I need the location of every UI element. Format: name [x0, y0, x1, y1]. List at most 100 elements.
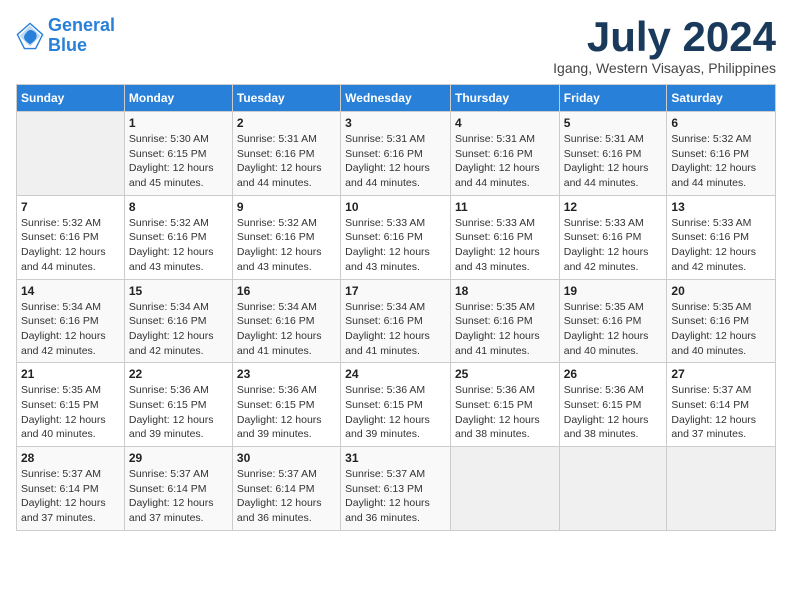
- calendar-cell: 28 Sunrise: 5:37 AMSunset: 6:14 PMDaylig…: [17, 447, 125, 531]
- day-info: Sunrise: 5:36 AMSunset: 6:15 PMDaylight:…: [345, 383, 446, 442]
- day-number: 26: [564, 367, 663, 381]
- day-info: Sunrise: 5:35 AMSunset: 6:16 PMDaylight:…: [671, 300, 771, 359]
- day-number: 8: [129, 200, 228, 214]
- calendar-cell: [17, 112, 125, 196]
- day-number: 23: [237, 367, 336, 381]
- day-number: 1: [129, 116, 228, 130]
- day-info: Sunrise: 5:33 AMSunset: 6:16 PMDaylight:…: [564, 216, 663, 275]
- day-info: Sunrise: 5:34 AMSunset: 6:16 PMDaylight:…: [21, 300, 120, 359]
- day-number: 14: [21, 284, 120, 298]
- day-info: Sunrise: 5:37 AMSunset: 6:14 PMDaylight:…: [237, 467, 336, 526]
- day-info: Sunrise: 5:33 AMSunset: 6:16 PMDaylight:…: [345, 216, 446, 275]
- day-info: Sunrise: 5:37 AMSunset: 6:14 PMDaylight:…: [671, 383, 771, 442]
- day-info: Sunrise: 5:35 AMSunset: 6:15 PMDaylight:…: [21, 383, 120, 442]
- weekday-header-saturday: Saturday: [667, 85, 776, 112]
- week-row-2: 7 Sunrise: 5:32 AMSunset: 6:16 PMDayligh…: [17, 195, 776, 279]
- day-info: Sunrise: 5:36 AMSunset: 6:15 PMDaylight:…: [455, 383, 555, 442]
- calendar-cell: 26 Sunrise: 5:36 AMSunset: 6:15 PMDaylig…: [559, 363, 667, 447]
- day-info: Sunrise: 5:30 AMSunset: 6:15 PMDaylight:…: [129, 132, 228, 191]
- week-row-1: 1 Sunrise: 5:30 AMSunset: 6:15 PMDayligh…: [17, 112, 776, 196]
- day-number: 17: [345, 284, 446, 298]
- weekday-header-tuesday: Tuesday: [232, 85, 340, 112]
- day-number: 31: [345, 451, 446, 465]
- day-info: Sunrise: 5:34 AMSunset: 6:16 PMDaylight:…: [237, 300, 336, 359]
- calendar-cell: 20 Sunrise: 5:35 AMSunset: 6:16 PMDaylig…: [667, 279, 776, 363]
- logo: General Blue: [16, 16, 115, 56]
- day-number: 12: [564, 200, 663, 214]
- day-number: 11: [455, 200, 555, 214]
- logo-icon: [16, 22, 44, 50]
- calendar-cell: 23 Sunrise: 5:36 AMSunset: 6:15 PMDaylig…: [232, 363, 340, 447]
- calendar-cell: 18 Sunrise: 5:35 AMSunset: 6:16 PMDaylig…: [450, 279, 559, 363]
- day-info: Sunrise: 5:35 AMSunset: 6:16 PMDaylight:…: [564, 300, 663, 359]
- day-number: 24: [345, 367, 446, 381]
- day-number: 20: [671, 284, 771, 298]
- day-info: Sunrise: 5:35 AMSunset: 6:16 PMDaylight:…: [455, 300, 555, 359]
- day-info: Sunrise: 5:37 AMSunset: 6:13 PMDaylight:…: [345, 467, 446, 526]
- day-info: Sunrise: 5:33 AMSunset: 6:16 PMDaylight:…: [671, 216, 771, 275]
- calendar-cell: 27 Sunrise: 5:37 AMSunset: 6:14 PMDaylig…: [667, 363, 776, 447]
- day-info: Sunrise: 5:32 AMSunset: 6:16 PMDaylight:…: [21, 216, 120, 275]
- day-info: Sunrise: 5:36 AMSunset: 6:15 PMDaylight:…: [237, 383, 336, 442]
- day-info: Sunrise: 5:31 AMSunset: 6:16 PMDaylight:…: [455, 132, 555, 191]
- calendar-cell: 12 Sunrise: 5:33 AMSunset: 6:16 PMDaylig…: [559, 195, 667, 279]
- calendar-cell: 21 Sunrise: 5:35 AMSunset: 6:15 PMDaylig…: [17, 363, 125, 447]
- day-info: Sunrise: 5:36 AMSunset: 6:15 PMDaylight:…: [564, 383, 663, 442]
- calendar-cell: [559, 447, 667, 531]
- calendar-cell: 19 Sunrise: 5:35 AMSunset: 6:16 PMDaylig…: [559, 279, 667, 363]
- day-number: 29: [129, 451, 228, 465]
- day-number: 16: [237, 284, 336, 298]
- weekday-header-row: SundayMondayTuesdayWednesdayThursdayFrid…: [17, 85, 776, 112]
- day-info: Sunrise: 5:31 AMSunset: 6:16 PMDaylight:…: [345, 132, 446, 191]
- page-header: General Blue July 2024 Igang, Western Vi…: [16, 16, 776, 76]
- day-number: 4: [455, 116, 555, 130]
- calendar-cell: 30 Sunrise: 5:37 AMSunset: 6:14 PMDaylig…: [232, 447, 340, 531]
- day-info: Sunrise: 5:36 AMSunset: 6:15 PMDaylight:…: [129, 383, 228, 442]
- weekday-header-wednesday: Wednesday: [341, 85, 451, 112]
- calendar-cell: 17 Sunrise: 5:34 AMSunset: 6:16 PMDaylig…: [341, 279, 451, 363]
- day-info: Sunrise: 5:32 AMSunset: 6:16 PMDaylight:…: [129, 216, 228, 275]
- calendar-cell: 11 Sunrise: 5:33 AMSunset: 6:16 PMDaylig…: [450, 195, 559, 279]
- day-number: 28: [21, 451, 120, 465]
- location-subtitle: Igang, Western Visayas, Philippines: [553, 60, 776, 76]
- day-number: 19: [564, 284, 663, 298]
- day-number: 21: [21, 367, 120, 381]
- calendar-cell: 10 Sunrise: 5:33 AMSunset: 6:16 PMDaylig…: [341, 195, 451, 279]
- calendar-cell: 29 Sunrise: 5:37 AMSunset: 6:14 PMDaylig…: [124, 447, 232, 531]
- week-row-3: 14 Sunrise: 5:34 AMSunset: 6:16 PMDaylig…: [17, 279, 776, 363]
- day-number: 10: [345, 200, 446, 214]
- day-number: 13: [671, 200, 771, 214]
- calendar-cell: [450, 447, 559, 531]
- calendar-cell: 25 Sunrise: 5:36 AMSunset: 6:15 PMDaylig…: [450, 363, 559, 447]
- weekday-header-sunday: Sunday: [17, 85, 125, 112]
- calendar-cell: 9 Sunrise: 5:32 AMSunset: 6:16 PMDayligh…: [232, 195, 340, 279]
- calendar-cell: 16 Sunrise: 5:34 AMSunset: 6:16 PMDaylig…: [232, 279, 340, 363]
- day-info: Sunrise: 5:37 AMSunset: 6:14 PMDaylight:…: [129, 467, 228, 526]
- day-number: 7: [21, 200, 120, 214]
- day-info: Sunrise: 5:34 AMSunset: 6:16 PMDaylight:…: [345, 300, 446, 359]
- calendar-cell: 7 Sunrise: 5:32 AMSunset: 6:16 PMDayligh…: [17, 195, 125, 279]
- calendar-cell: 3 Sunrise: 5:31 AMSunset: 6:16 PMDayligh…: [341, 112, 451, 196]
- week-row-4: 21 Sunrise: 5:35 AMSunset: 6:15 PMDaylig…: [17, 363, 776, 447]
- calendar-cell: 1 Sunrise: 5:30 AMSunset: 6:15 PMDayligh…: [124, 112, 232, 196]
- calendar-cell: 4 Sunrise: 5:31 AMSunset: 6:16 PMDayligh…: [450, 112, 559, 196]
- calendar-cell: 8 Sunrise: 5:32 AMSunset: 6:16 PMDayligh…: [124, 195, 232, 279]
- title-section: July 2024 Igang, Western Visayas, Philip…: [553, 16, 776, 76]
- weekday-header-monday: Monday: [124, 85, 232, 112]
- calendar-title: July 2024: [553, 16, 776, 58]
- day-info: Sunrise: 5:32 AMSunset: 6:16 PMDaylight:…: [237, 216, 336, 275]
- logo-text: General Blue: [48, 16, 115, 56]
- day-info: Sunrise: 5:31 AMSunset: 6:16 PMDaylight:…: [564, 132, 663, 191]
- calendar-cell: 22 Sunrise: 5:36 AMSunset: 6:15 PMDaylig…: [124, 363, 232, 447]
- weekday-header-friday: Friday: [559, 85, 667, 112]
- day-number: 6: [671, 116, 771, 130]
- day-number: 25: [455, 367, 555, 381]
- calendar-cell: 15 Sunrise: 5:34 AMSunset: 6:16 PMDaylig…: [124, 279, 232, 363]
- day-number: 22: [129, 367, 228, 381]
- day-info: Sunrise: 5:32 AMSunset: 6:16 PMDaylight:…: [671, 132, 771, 191]
- calendar-cell: 14 Sunrise: 5:34 AMSunset: 6:16 PMDaylig…: [17, 279, 125, 363]
- day-number: 5: [564, 116, 663, 130]
- calendar-cell: 13 Sunrise: 5:33 AMSunset: 6:16 PMDaylig…: [667, 195, 776, 279]
- day-number: 15: [129, 284, 228, 298]
- calendar-cell: 24 Sunrise: 5:36 AMSunset: 6:15 PMDaylig…: [341, 363, 451, 447]
